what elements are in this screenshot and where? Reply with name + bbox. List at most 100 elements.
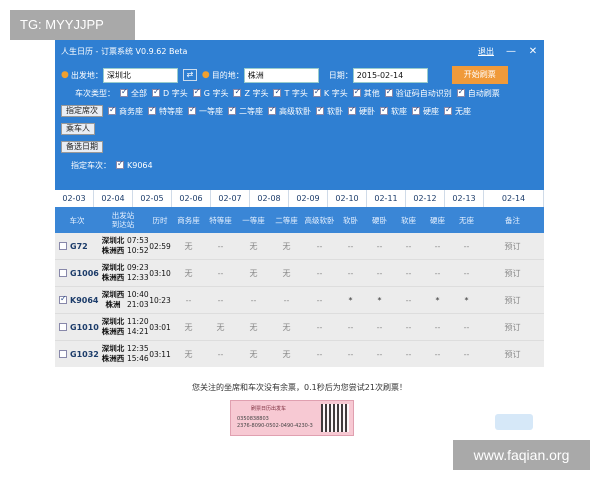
train-type-label: 车次类型：: [75, 88, 115, 98]
to-input[interactable]: 株洲: [243, 67, 319, 83]
checkbox[interactable]: [188, 105, 196, 115]
row-checkbox[interactable]: [59, 323, 67, 331]
date-tabs: 02-03 02-04 02-05 02-06 02-07 02-08 02-0…: [55, 190, 544, 207]
date-tab[interactable]: 02-07: [211, 190, 250, 207]
checkbox[interactable]: [412, 105, 420, 115]
train-code-cell[interactable]: G72: [55, 242, 99, 251]
train-value[interactable]: K9064: [127, 161, 153, 170]
book-link[interactable]: 预订: [481, 349, 544, 360]
date-tab[interactable]: 02-05: [133, 190, 172, 207]
column-header: 历时: [152, 215, 168, 225]
time-value: 07:53: [127, 236, 149, 245]
row-checkbox[interactable]: [59, 269, 67, 277]
date-tab-active[interactable]: 02-14: [484, 190, 544, 207]
refresh-popup: 您关注的坐席和车次没有余票，0.1秒后为您尝试21次刷票！ 刷票日历出发车 03…: [55, 367, 544, 440]
train-type-g[interactable]: G 字头: [204, 88, 229, 99]
checkbox[interactable]: [312, 87, 321, 97]
from-input[interactable]: 深圳北: [102, 67, 178, 83]
seat-business[interactable]: 商务座: [119, 106, 143, 117]
date-tab[interactable]: 02-11: [367, 190, 406, 207]
row-checkbox[interactable]: [59, 242, 67, 250]
book-link[interactable]: 预订: [481, 295, 544, 306]
seat-hard-sleeper[interactable]: 硬卧: [359, 106, 375, 117]
date-tab[interactable]: 02-06: [172, 190, 211, 207]
seat-cell: --: [316, 322, 323, 332]
checkbox[interactable]: [233, 87, 242, 97]
checkbox[interactable]: [108, 105, 116, 115]
seat-premium[interactable]: 特等座: [159, 106, 183, 117]
date-tab[interactable]: 02-09: [289, 190, 328, 207]
table-row[interactable]: G1010 深圳北 株洲西 11:20 14:21 03:01 无 无 无 无 -- -- -- -- --…: [55, 314, 544, 341]
checkbox[interactable]: [152, 87, 160, 97]
close-icon[interactable]: ✕: [522, 46, 544, 57]
seat-second[interactable]: 二等座: [239, 106, 263, 117]
train-type-k[interactable]: K 字头: [324, 88, 348, 99]
date-tab[interactable]: 02-08: [250, 190, 289, 207]
table-row[interactable]: G72 深圳北 株洲西 07:53 10:52 02:59 无 -- 无 无 -- -- -- -- -- -…: [55, 233, 544, 260]
book-link[interactable]: 预订: [481, 322, 544, 333]
logout-link[interactable]: 退出: [478, 46, 494, 57]
seat-soft-seat[interactable]: 软座: [391, 106, 407, 117]
book-link[interactable]: 预订: [481, 268, 544, 279]
seat-cell: 无: [184, 241, 193, 251]
checkbox[interactable]: [316, 105, 324, 115]
location-pin-icon: ●: [61, 70, 69, 80]
checkbox[interactable]: [380, 105, 388, 115]
start-button[interactable]: 开始刷票: [451, 66, 508, 84]
train-code-cell[interactable]: K9064: [55, 294, 99, 305]
captcha-auto-option[interactable]: 验证码自动识别: [396, 88, 452, 99]
times-cell: 07:53 10:52: [127, 236, 149, 256]
swap-icon[interactable]: ⇄: [182, 69, 197, 81]
seat-standing[interactable]: 无座: [455, 106, 471, 117]
checkbox[interactable]: [273, 87, 282, 97]
seat-cell: 无: [282, 322, 291, 332]
date-tab[interactable]: 02-12: [406, 190, 445, 207]
checkbox[interactable]: [120, 87, 128, 97]
checkbox[interactable]: [268, 105, 276, 115]
times-cell: 10:40 21:03: [127, 290, 149, 310]
checkbox[interactable]: [348, 105, 356, 115]
minimize-icon[interactable]: —: [500, 46, 522, 57]
seat-deluxe-sleeper[interactable]: 高级软卧: [279, 106, 311, 117]
row-checkbox[interactable]: [59, 294, 67, 304]
train-type-d[interactable]: D 字头: [163, 88, 188, 99]
checkbox[interactable]: [148, 105, 156, 115]
passenger-button[interactable]: 乘车人: [61, 123, 95, 135]
seat-hard-seat[interactable]: 硬座: [423, 106, 439, 117]
train-code: G1032: [70, 349, 99, 359]
book-link[interactable]: 预订: [481, 241, 544, 252]
checkbox[interactable]: [384, 87, 393, 97]
date-tab[interactable]: 02-04: [94, 190, 133, 207]
auto-refresh-option[interactable]: 自动刷票: [468, 88, 500, 99]
date-tab[interactable]: 02-03: [55, 190, 94, 207]
train-type-t[interactable]: T 字头: [284, 88, 307, 99]
table-row[interactable]: G1006 深圳北 株洲西 09:23 12:33 03:10 无 -- 无 无 -- -- -- -- -…: [55, 260, 544, 287]
checkbox[interactable]: [352, 87, 361, 97]
backup-date-button[interactable]: 备选日期: [61, 141, 103, 153]
train-type-z[interactable]: Z 字头: [244, 88, 268, 99]
train-code-cell[interactable]: G1006: [55, 269, 99, 278]
date-tab[interactable]: 02-13: [445, 190, 484, 207]
ticket-line2: 0350838803: [237, 416, 269, 422]
seat-button[interactable]: 指定席次: [61, 105, 103, 117]
ticket-line3: 2376-8090-0502-0490-4230-3: [237, 423, 313, 429]
times-cell: 11:20 14:21: [127, 317, 149, 337]
table-row[interactable]: K9064深圳西株洲10:4021:0310:23----------**--*…: [55, 287, 544, 314]
table-row[interactable]: G1032 深圳北 株洲西 12:35 15:46 03:11 无 -- 无 无 -- -- -- -- -…: [55, 341, 544, 367]
checkbox[interactable]: [456, 87, 465, 97]
train-type-all[interactable]: 全部: [131, 88, 147, 99]
checkbox[interactable]: [444, 105, 452, 115]
seat-soft-sleeper[interactable]: 软卧: [327, 106, 343, 117]
checkbox[interactable]: [116, 159, 124, 169]
seat-cell: *: [435, 295, 440, 305]
train-code-cell[interactable]: G1032: [55, 350, 99, 359]
row-checkbox[interactable]: [59, 350, 67, 358]
seat-first[interactable]: 一等座: [199, 106, 223, 117]
date-tab[interactable]: 02-10: [328, 190, 367, 207]
seat-cell: 无: [249, 268, 258, 278]
checkbox[interactable]: [228, 105, 236, 115]
train-code-cell[interactable]: G1010: [55, 323, 99, 332]
checkbox[interactable]: [192, 87, 201, 97]
train-type-other[interactable]: 其他: [364, 88, 380, 99]
date-input[interactable]: 2015-02-14: [352, 67, 428, 83]
